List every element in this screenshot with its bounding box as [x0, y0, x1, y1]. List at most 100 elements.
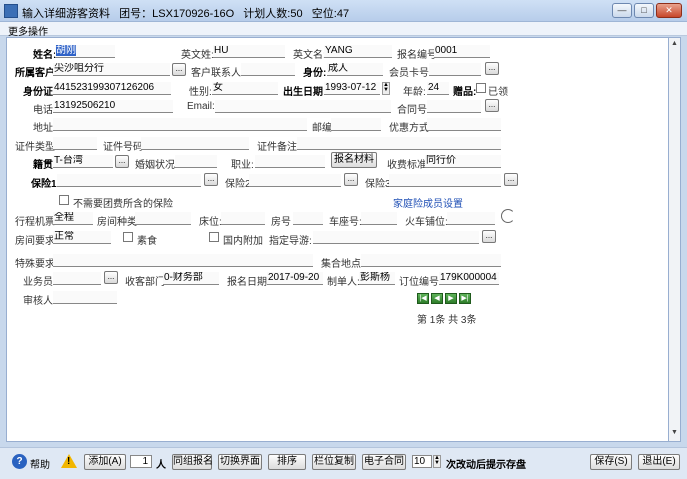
close-button[interactable]: ✕ [656, 3, 682, 18]
fee-std-field[interactable]: 同行价 [425, 155, 501, 168]
identity-field[interactable]: 成人 [327, 63, 383, 76]
meeting-field[interactable] [361, 254, 501, 267]
autosave-count-field[interactable]: 10 [412, 455, 432, 468]
discount-label: 优惠方式: [389, 123, 432, 134]
age-field[interactable]: 24 [427, 82, 449, 95]
room-req-field[interactable]: 正常 [53, 231, 111, 244]
id-card-field[interactable]: 441523199307126206 [53, 82, 171, 95]
save-button[interactable]: 保存(S) [590, 454, 632, 470]
address-field[interactable] [53, 118, 307, 131]
family-insurance-link[interactable]: 家庭险成员设置 [393, 195, 463, 210]
cert-note-field[interactable] [297, 137, 501, 150]
marital-field[interactable] [175, 155, 217, 168]
room-no-label: 房号 [271, 217, 291, 228]
email-field[interactable] [215, 100, 391, 113]
en-name-field[interactable]: YANG [324, 45, 392, 58]
e-contract-button[interactable]: 电子合同 [362, 454, 406, 470]
next-page-icon[interactable]: ▶ [445, 293, 457, 304]
origin-ellipsis-icon[interactable]: ... [115, 155, 129, 168]
gender-field[interactable]: 女 [212, 82, 278, 95]
birth-field[interactable]: 1993-07-12 [324, 82, 380, 95]
en-name-label: 英文名: [293, 50, 326, 61]
reg-date-field[interactable]: 2017-09-20 [267, 272, 323, 285]
add-button[interactable]: 添加(A) [84, 454, 126, 470]
contact-field[interactable] [241, 63, 295, 76]
exit-button[interactable]: 退出(E) [638, 454, 680, 470]
name-value: 胡刚 [56, 45, 76, 56]
first-page-icon[interactable]: |◀ [417, 293, 429, 304]
birth-spinner[interactable]: ▲ ▼ [382, 82, 390, 95]
phone-field[interactable]: 13192506210 [53, 100, 173, 113]
maker-field[interactable]: 彭斯杨 [359, 272, 395, 285]
insurance1-ellipsis-icon[interactable]: ... [204, 173, 218, 186]
auditor-field[interactable] [53, 291, 117, 304]
gift-checkbox[interactable] [476, 83, 486, 93]
maximize-button[interactable]: □ [634, 3, 654, 18]
customer-field[interactable]: 尖沙咀分行 [53, 63, 170, 76]
order-no-label: 订位编号: [399, 277, 442, 288]
special-req-field[interactable] [53, 254, 313, 267]
contract-ellipsis-icon[interactable]: ... [485, 99, 499, 112]
insurance2-field[interactable] [249, 174, 341, 187]
reg-material-button[interactable]: 报名材料 [331, 152, 377, 168]
customer-label: 所属客户: [15, 68, 59, 79]
train-bed-field[interactable] [447, 212, 495, 225]
ticket-label: 行程机票: [15, 217, 58, 228]
scroll-down-icon[interactable]: ▼ [670, 429, 679, 439]
seat-no-label: 车座号: [329, 217, 362, 228]
email-label: Email: [187, 101, 215, 112]
reg-no-field[interactable]: 0001 [434, 45, 490, 58]
discount-field[interactable] [427, 118, 501, 131]
seat-no-field[interactable] [361, 212, 397, 225]
no-group-insurance-checkbox[interactable] [59, 195, 69, 205]
ticket-field[interactable]: 全程 [53, 212, 93, 225]
customer-ellipsis-icon[interactable]: ... [172, 63, 186, 76]
guide-ellipsis-icon[interactable]: ... [482, 230, 496, 243]
recv-dept-field[interactable]: 0-财务部 [163, 272, 219, 285]
cert-type-field[interactable] [53, 137, 97, 150]
last-page-icon[interactable]: ▶| [459, 293, 471, 304]
insurance3-ellipsis-icon[interactable]: ... [504, 173, 518, 186]
domestic-add-checkbox[interactable] [209, 232, 219, 242]
vertical-scrollbar[interactable]: ▲ ▼ [669, 37, 681, 442]
room-type-field[interactable] [135, 212, 191, 225]
prev-page-icon[interactable]: ◀ [431, 293, 443, 304]
same-group-button[interactable]: 同组报名 [172, 454, 213, 470]
en-surname-field[interactable]: HU [213, 45, 285, 58]
contract-no-field[interactable] [427, 100, 481, 113]
scroll-up-icon[interactable]: ▲ [670, 40, 679, 50]
insurance3-field[interactable] [389, 174, 501, 187]
cert-no-field[interactable] [141, 137, 249, 150]
switch-view-button[interactable]: 切换界面 [218, 454, 262, 470]
refresh-icon[interactable] [501, 209, 515, 223]
meeting-label: 集合地点: [321, 259, 364, 270]
origin-field[interactable]: T-台湾 [53, 155, 113, 168]
window-title-text: 输入详细游客资料 [22, 8, 110, 20]
more-ops-menu[interactable]: 更多操作 [8, 23, 48, 38]
sort-button[interactable]: 排序 [268, 454, 306, 470]
bed-field[interactable] [221, 212, 265, 225]
help-label[interactable]: 帮助 [30, 456, 50, 471]
postcode-field[interactable] [331, 118, 381, 131]
minimize-button[interactable]: — [612, 3, 632, 18]
gift-checked-label: 已领 [488, 87, 508, 98]
salesman-ellipsis-icon[interactable]: ... [104, 271, 118, 284]
name-field[interactable]: 胡刚 [55, 45, 115, 58]
room-no-field[interactable] [293, 212, 323, 225]
vegetarian-checkbox[interactable] [123, 232, 133, 242]
job-field[interactable] [255, 155, 325, 168]
insurance1-field[interactable] [57, 174, 201, 187]
guide-field[interactable] [313, 231, 479, 244]
copy-column-button[interactable]: 栏位复制 [312, 454, 356, 470]
member-card-ellipsis-icon[interactable]: ... [485, 62, 499, 75]
add-count-field[interactable]: 1 [130, 455, 152, 468]
group-no-label: 团号： [119, 8, 153, 20]
insurance2-ellipsis-icon[interactable]: ... [344, 173, 358, 186]
order-no-field[interactable]: 179K000004 [439, 272, 499, 285]
name-label: 姓名: [33, 50, 57, 61]
member-card-field[interactable] [429, 63, 481, 76]
salesman-field[interactable] [53, 272, 101, 285]
guide-label: 指定导游: [269, 236, 312, 247]
autosave-spinner[interactable]: ▲ ▼ [433, 455, 441, 468]
help-icon[interactable]: ? [12, 454, 27, 469]
